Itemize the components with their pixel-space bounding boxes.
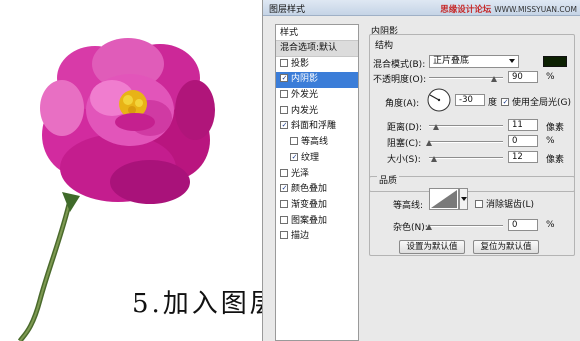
size-label: 大小(S):	[387, 155, 421, 165]
style-item-checkbox[interactable]	[280, 168, 288, 177]
style-item-label: 光泽	[291, 168, 310, 179]
distance-unit: 像素	[546, 123, 565, 133]
distance-slider-track[interactable]	[429, 125, 503, 127]
noise-slider-track[interactable]	[429, 225, 503, 227]
noise-input[interactable]: 0	[508, 219, 538, 231]
style-item[interactable]: 纹理	[276, 151, 358, 167]
opacity-input[interactable]: 90	[508, 71, 538, 83]
contour-picker[interactable]	[429, 188, 459, 210]
style-item-label: 外发光	[291, 90, 319, 101]
global-light-checkbox[interactable]	[501, 98, 509, 106]
style-item-label: 等高线	[301, 137, 329, 148]
antialias-checkbox[interactable]	[475, 200, 483, 208]
style-item-label: 颜色叠加	[291, 184, 328, 195]
style-item-checkbox[interactable]	[280, 121, 288, 130]
noise-label: 杂色(N):	[393, 223, 428, 233]
global-light-label: 使用全局光(G)	[512, 98, 571, 108]
angle-label: 角度(A):	[385, 99, 420, 109]
style-item-checkbox[interactable]	[280, 215, 288, 224]
choke-slider-track[interactable]	[429, 141, 503, 143]
style-item-checkbox[interactable]	[280, 90, 288, 99]
style-item[interactable]: 图案叠加	[276, 214, 358, 230]
style-item[interactable]: 颜色叠加	[276, 182, 358, 198]
noise-slider-thumb[interactable]	[426, 224, 432, 230]
style-item[interactable]: 描边	[276, 229, 358, 245]
size-input[interactable]: 12	[508, 151, 538, 163]
dialog-title: 图层样式	[269, 5, 306, 15]
style-item[interactable]: 光泽	[276, 167, 358, 183]
style-item-checkbox[interactable]	[280, 74, 288, 83]
style-item[interactable]: 渐变叠加	[276, 198, 358, 214]
style-item[interactable]: 内发光	[276, 104, 358, 120]
style-item[interactable]: 外发光	[276, 88, 358, 104]
contour-preview-icon	[431, 190, 457, 208]
watermark-url: WWW.MISSYUAN.COM	[494, 5, 577, 14]
choke-unit: %	[546, 136, 555, 146]
style-item[interactable]: 内阴影	[276, 72, 358, 89]
angle-unit: 度	[488, 98, 498, 108]
distance-input[interactable]: 11	[508, 119, 538, 131]
dialog-titlebar[interactable]: 图层样式 思缘设计论坛 WWW.MISSYUAN.COM	[263, 0, 580, 16]
style-item-label: 纹理	[301, 152, 320, 163]
style-item-checkbox[interactable]	[280, 231, 288, 240]
choke-slider-thumb[interactable]	[426, 140, 432, 146]
style-item-checkbox[interactable]	[280, 105, 288, 114]
style-item[interactable]: 等高线	[276, 135, 358, 151]
shadow-color-swatch[interactable]	[543, 56, 567, 67]
watermark-cn: 思缘设计论坛	[440, 5, 492, 15]
noise-unit: %	[546, 220, 555, 230]
chevron-down-icon	[509, 59, 515, 63]
style-item-label: 图案叠加	[291, 215, 328, 226]
angle-dial-icon	[427, 88, 451, 112]
antialias-label: 消除锯齿(L)	[486, 200, 535, 210]
opacity-label: 不透明度(O):	[373, 75, 427, 85]
watermark: 思缘设计论坛 WWW.MISSYUAN.COM	[440, 3, 577, 15]
opacity-slider-thumb[interactable]	[491, 76, 497, 82]
style-item[interactable]: 斜面和浮雕	[276, 119, 358, 135]
style-item-checkbox[interactable]	[280, 58, 288, 67]
reset-default-button[interactable]: 复位为默认值	[473, 240, 539, 254]
style-item-label: 渐变叠加	[291, 199, 328, 210]
choke-label: 阻塞(C):	[387, 139, 422, 149]
make-default-button[interactable]: 设置为默认值	[399, 240, 465, 254]
style-item[interactable]: 投影	[276, 57, 358, 73]
opacity-unit: %	[546, 72, 555, 82]
style-item-label: 投影	[291, 58, 310, 69]
style-item-checkbox[interactable]	[290, 152, 298, 161]
blend-mode-label: 混合模式(B):	[373, 60, 426, 70]
inner-shadow-panel: 内阴影 结构 混合模式(B): 正片叠底 不透明度(O): 90 % 角度(A)…	[365, 24, 580, 341]
blend-mode-value: 正片叠底	[433, 56, 470, 66]
style-item-label: 描边	[291, 231, 310, 242]
blend-mode-select[interactable]: 正片叠底	[429, 55, 519, 68]
chevron-down-icon	[461, 197, 467, 201]
style-item-label: 内阴影	[291, 74, 319, 85]
style-item-checkbox[interactable]	[290, 137, 298, 146]
contour-dropdown[interactable]	[459, 188, 468, 210]
angle-input[interactable]: -30	[455, 94, 485, 106]
styles-list: 样式 混合选项:默认 投影内阴影外发光内发光斜面和浮雕等高线纹理光泽颜色叠加渐变…	[275, 24, 359, 341]
style-item-label: 斜面和浮雕	[291, 121, 337, 132]
global-light-toggle[interactable]: 使用全局光(G)	[501, 95, 571, 108]
style-item-blend-options[interactable]: 混合选项:默认	[276, 41, 358, 57]
contour-label: 等高线:	[393, 201, 424, 211]
structure-title: 结构	[375, 41, 394, 51]
style-item-label: 内发光	[291, 105, 319, 116]
style-item-checkbox[interactable]	[280, 199, 288, 208]
layer-style-dialog: 图层样式 思缘设计论坛 WWW.MISSYUAN.COM 样式 混合选项:默认 投…	[262, 0, 580, 341]
distance-slider-thumb[interactable]	[433, 124, 439, 130]
size-unit: 像素	[546, 155, 565, 165]
styles-list-header[interactable]: 样式	[276, 25, 358, 41]
size-slider-track[interactable]	[429, 157, 503, 159]
quality-title: 品质	[377, 173, 400, 186]
style-items: 投影内阴影外发光内发光斜面和浮雕等高线纹理光泽颜色叠加渐变叠加图案叠加描边	[276, 57, 358, 245]
antialias-toggle[interactable]: 消除锯齿(L)	[475, 197, 534, 210]
choke-input[interactable]: 0	[508, 135, 538, 147]
angle-dial[interactable]	[427, 88, 451, 112]
size-slider-thumb[interactable]	[431, 156, 437, 162]
style-item-checkbox[interactable]	[280, 184, 288, 193]
distance-label: 距离(D):	[387, 123, 422, 133]
